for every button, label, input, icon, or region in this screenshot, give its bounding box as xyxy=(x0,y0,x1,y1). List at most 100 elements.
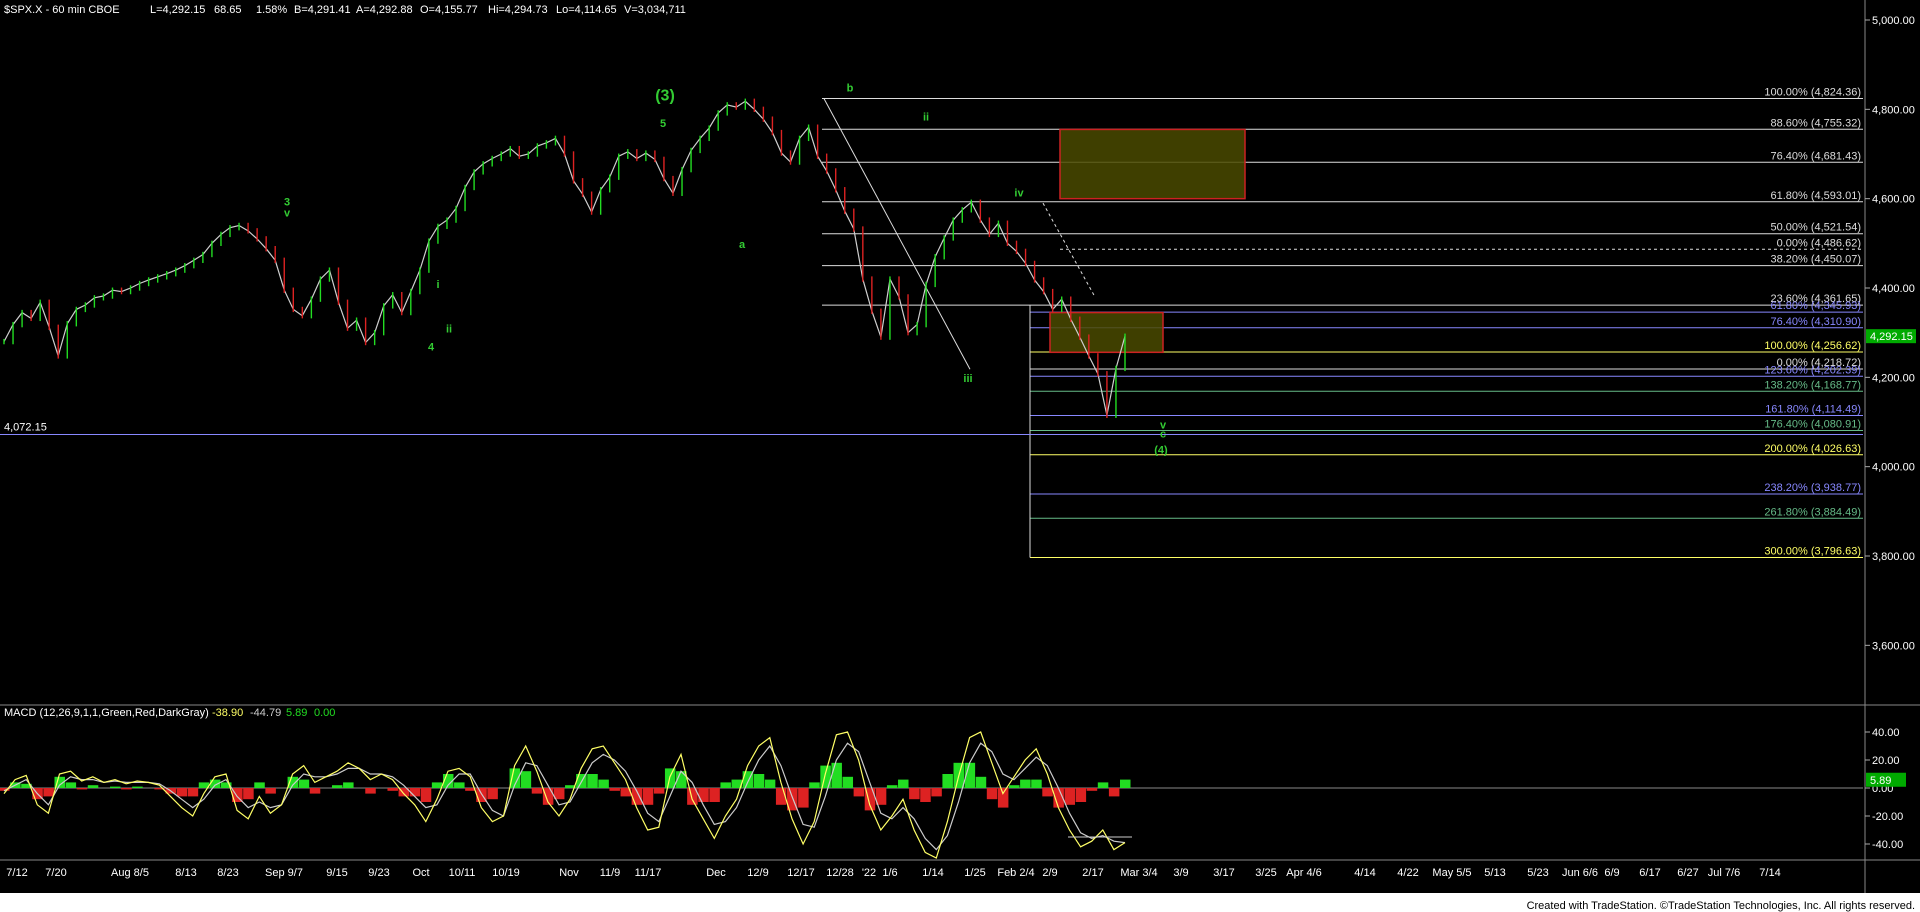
macd-histogram-bar xyxy=(298,779,310,788)
macd-value: -38.90 xyxy=(212,707,243,719)
time-tick-label: Jun 6/6 xyxy=(1562,867,1598,879)
fib-level-label: 300.00% (3,796.63) xyxy=(1764,546,1861,558)
macd-histogram-bar xyxy=(609,788,620,791)
open-label: O=4,155.77 xyxy=(420,4,478,16)
macd-histogram-bar xyxy=(343,782,354,788)
macd-histogram-bar xyxy=(709,788,720,802)
fib-level-label: 238.20% (3,938.77) xyxy=(1764,482,1861,494)
macd-histogram-bar xyxy=(187,788,199,797)
fib-level-label: 61.80% (4,345.93) xyxy=(1770,300,1861,312)
macd-histogram-bar xyxy=(886,785,898,788)
macd-histogram-bar xyxy=(331,785,343,788)
time-tick-label: 3/9 xyxy=(1173,867,1188,879)
fib-level-label: 138.20% (4,168.77) xyxy=(1764,379,1861,391)
wave-label: ii xyxy=(923,112,929,124)
macd-signal-value: -44.79 xyxy=(250,707,281,719)
price-tick-label: 4,800.00 xyxy=(1872,104,1915,116)
time-tick-label: 2/17 xyxy=(1082,867,1103,879)
time-tick-label: 12/17 xyxy=(787,867,815,879)
support-line-label: 4,072.15 xyxy=(4,421,47,433)
time-tick-label: Jul 7/6 xyxy=(1708,867,1740,879)
macd-histogram-bar xyxy=(387,788,398,791)
wave-label: (3) xyxy=(655,87,675,104)
chart-window: 100.00% (4,824.36) 88.60% (4,755.32) 76.40… xyxy=(0,0,1920,912)
wave-label: i xyxy=(436,279,439,291)
macd-histogram-bar xyxy=(753,774,765,788)
chart-background xyxy=(0,0,1920,893)
price-tick-label: 4,400.00 xyxy=(1872,283,1915,295)
volume-label: V=3,034,711 xyxy=(624,4,686,16)
price-tick-label: 4,200.00 xyxy=(1872,372,1915,384)
macd-tick-label: 40.00 xyxy=(1872,727,1900,739)
macd-histogram-bar xyxy=(997,788,1009,808)
macd-histogram-bar xyxy=(1020,779,1031,788)
macd-histogram-bar xyxy=(420,788,432,802)
time-tick-label: 8/23 xyxy=(217,867,238,879)
price-tick-label: 4,600.00 xyxy=(1872,194,1915,206)
symbol-label: $SPX.X - 60 min CBOE xyxy=(4,4,120,16)
time-tick-label: 1/6 xyxy=(882,867,897,879)
time-tick-label: Mar 3/4 xyxy=(1120,867,1157,879)
low-label: Lo=4,114.65 xyxy=(556,4,617,16)
macd-last-tag-label: 5.89 xyxy=(1870,775,1891,787)
wave-label: (4) xyxy=(1154,444,1168,456)
time-tick-label: 6/9 xyxy=(1604,867,1619,879)
price-tick-label: 4,000.00 xyxy=(1872,462,1915,474)
fib-level-label: 161.80% (4,114.49) xyxy=(1765,404,1861,416)
fib-level-label: 50.00% (4,521.54) xyxy=(1770,222,1861,234)
macd-histogram-bar xyxy=(986,788,998,800)
footer-credit: Created with TradeStation. ©TradeStation… xyxy=(1527,900,1915,912)
fib-level-label: 61.80% (4,593.01) xyxy=(1770,190,1861,202)
macd-histogram-bar xyxy=(1097,782,1109,788)
time-tick-label: Dec xyxy=(706,867,726,879)
bid-label: B=4,291.41 xyxy=(294,4,351,16)
last-price-tag-label: 4,292.15 xyxy=(1870,331,1913,343)
wave-label: iii xyxy=(963,373,972,385)
time-tick-label: 6/17 xyxy=(1639,867,1660,879)
time-tick-label: Nov xyxy=(559,867,579,879)
macd-histogram-bar xyxy=(1086,788,1098,791)
fib-level-label: 88.60% (4,755.32) xyxy=(1770,117,1861,129)
wave-label: a xyxy=(739,239,746,251)
time-tick-label: 5/23 xyxy=(1527,867,1548,879)
last-price-label: L=4,292.15 xyxy=(150,4,205,16)
price-tick-label: 5,000.00 xyxy=(1872,15,1915,27)
time-tick-label: 9/15 xyxy=(326,867,347,879)
price-chart-svg[interactable]: 100.00% (4,824.36) 88.60% (4,755.32) 76.40… xyxy=(0,0,1920,912)
macd-histogram-bar xyxy=(87,785,99,788)
ask-label: A=4,292.88 xyxy=(356,4,413,16)
macd-histogram-bar xyxy=(454,782,465,788)
time-tick-label: 3/17 xyxy=(1213,867,1234,879)
time-tick-label: 2/9 xyxy=(1042,867,1057,879)
change-pct-label: 1.58% xyxy=(256,4,287,16)
macd-histogram-bar xyxy=(909,788,920,800)
macd-histogram-bar xyxy=(520,771,532,788)
wave-label: 5 xyxy=(660,118,666,130)
wave-label: 4 xyxy=(428,342,435,354)
macd-histogram-bar xyxy=(587,774,598,788)
time-tick-label: 5/13 xyxy=(1484,867,1505,879)
time-tick-label: 1/14 xyxy=(922,867,943,879)
macd-histogram-bar xyxy=(309,788,321,794)
price-tick-label: 3,600.00 xyxy=(1872,640,1915,652)
macd-tick-label: -40.00 xyxy=(1872,839,1903,851)
macd-histogram-bar xyxy=(176,788,188,797)
upper-target-box xyxy=(1059,128,1246,200)
fib-level-label: 0.00% (4,486.62) xyxy=(1777,237,1861,249)
macd-histogram-bar xyxy=(853,788,865,797)
macd-histogram-bar xyxy=(43,788,54,797)
time-tick-label: Feb 2/4 xyxy=(997,867,1034,879)
macd-histogram-bar xyxy=(531,788,543,794)
macd-histogram-bar xyxy=(254,782,265,788)
macd-histogram-bar xyxy=(720,782,731,788)
macd-histogram-bar xyxy=(642,788,654,805)
macd-histogram-bar xyxy=(920,788,931,802)
time-tick-label: 8/13 xyxy=(175,867,196,879)
time-tick-label: 12/28 xyxy=(826,867,854,879)
macd-histogram-bar xyxy=(931,788,942,797)
time-tick-label: 7/14 xyxy=(1759,867,1780,879)
macd-histogram-bar xyxy=(942,774,953,788)
macd-histogram-bar xyxy=(1108,788,1120,797)
macd-histogram-bar xyxy=(809,782,820,788)
macd-histogram-bar xyxy=(1009,785,1020,788)
